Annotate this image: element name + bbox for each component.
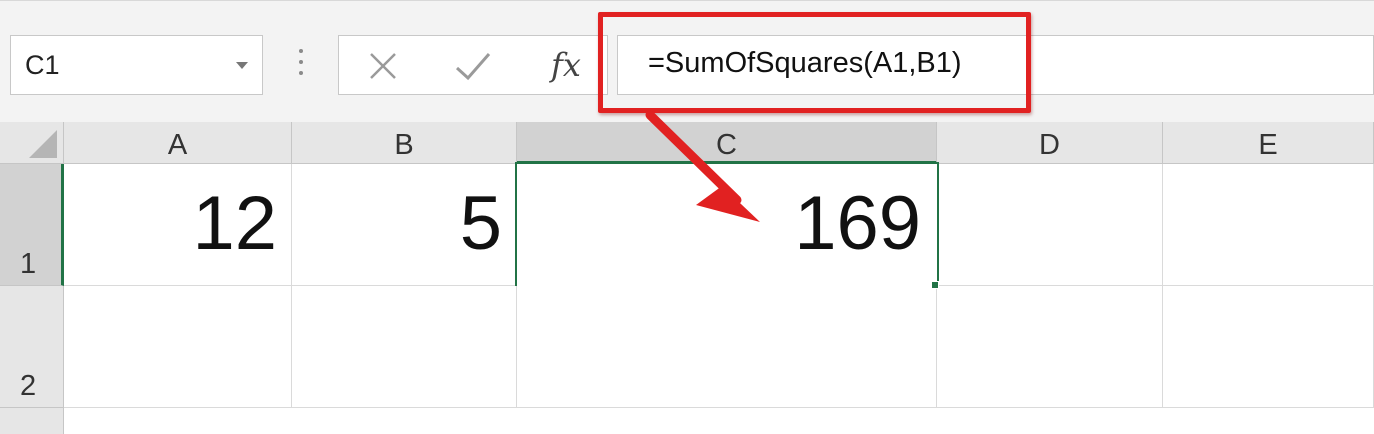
row-header-1[interactable]: 1 [0, 164, 64, 286]
cell-c1[interactable]: 169 [515, 162, 939, 288]
fill-handle[interactable] [931, 281, 939, 289]
row-header-2[interactable]: 2 [0, 286, 64, 408]
cell-b2[interactable] [292, 286, 517, 408]
row-header-3[interactable] [0, 408, 64, 434]
column-header-c[interactable]: C [517, 122, 937, 164]
row-header-label: 1 [20, 248, 37, 280]
formula-buttons: fx [338, 35, 608, 95]
cell-e2[interactable] [1163, 286, 1374, 408]
column-header-a[interactable]: A [64, 122, 292, 164]
column-header-b[interactable]: B [292, 122, 517, 164]
cell-e1[interactable] [1163, 164, 1374, 286]
cross-icon [370, 53, 396, 79]
insert-function-button[interactable]: fx [544, 42, 588, 88]
cell-c2[interactable] [517, 286, 937, 408]
cell-a2[interactable] [64, 286, 292, 408]
spreadsheet-grid: A B C D E 1 2 12 5 169 [0, 122, 1374, 434]
formula-bar-strip: C1 fx =SumOfSquares(A1,B1) [0, 0, 1374, 122]
cell-a1[interactable]: 12 [64, 164, 292, 286]
formula-text: =SumOfSquares(A1,B1) [648, 47, 962, 79]
cancel-button[interactable] [363, 46, 403, 86]
enter-button[interactable] [451, 46, 495, 86]
formula-input[interactable]: =SumOfSquares(A1,B1) [617, 35, 1374, 95]
cell-d1[interactable] [939, 164, 1163, 286]
select-all-triangle-icon [29, 130, 57, 158]
select-all-button[interactable] [0, 122, 64, 164]
column-header-d[interactable]: D [937, 122, 1163, 164]
chevron-down-icon[interactable] [236, 62, 248, 69]
row-header-label: 2 [20, 370, 37, 402]
name-box-value: C1 [25, 50, 60, 80]
cell-d2[interactable] [937, 286, 1163, 408]
name-box[interactable]: C1 [10, 35, 263, 95]
cell-b1[interactable]: 5 [292, 164, 517, 286]
drag-handle-icon[interactable] [298, 49, 304, 79]
checkmark-icon [455, 53, 491, 81]
column-header-e[interactable]: E [1163, 122, 1374, 164]
